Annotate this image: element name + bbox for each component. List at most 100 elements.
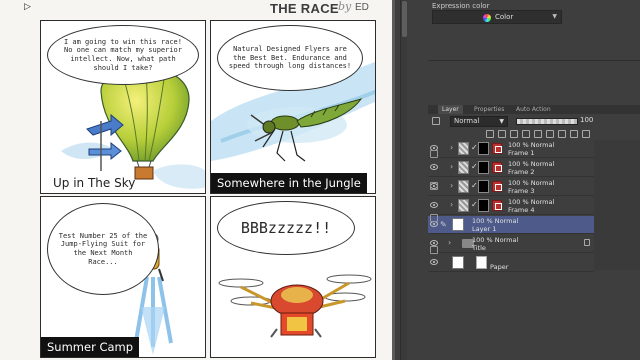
layer-thumbnail xyxy=(458,180,469,193)
new-folder-icon[interactable] xyxy=(430,214,438,222)
speech-bubble: BBBzzzzz!! xyxy=(217,201,355,255)
bubble-text: BBBzzzzz!! xyxy=(240,218,332,237)
layer-row-frame-1[interactable]: › ✓ 100 % Normal Frame 1 xyxy=(428,140,594,158)
palette-color-icon[interactable] xyxy=(570,130,578,138)
expand-chevron-icon[interactable]: › xyxy=(448,238,451,247)
comic-page[interactable]: ▷ THE RACE by ED I am going to win this … xyxy=(0,0,392,360)
panel-caption: Somewhere in the Jungle xyxy=(211,173,367,193)
layer-name: Frame 3 xyxy=(508,187,535,195)
expression-color-label: Expression color xyxy=(432,2,490,10)
ruler-icon[interactable] xyxy=(558,130,566,138)
pen-icon: ✎ xyxy=(440,220,447,229)
mask-thumbnail xyxy=(478,180,489,193)
frame-border-icon xyxy=(492,181,502,192)
tab-layer[interactable]: Layer xyxy=(438,105,463,114)
mask-thumbnail xyxy=(478,142,489,155)
layer-thumbnail xyxy=(458,161,469,174)
page-by: by xyxy=(338,0,352,13)
check-icon: ✓ xyxy=(471,162,478,171)
frame-border-icon xyxy=(492,200,502,211)
layer-thumbnail xyxy=(452,256,464,269)
new-layer-icon[interactable] xyxy=(430,150,438,158)
frame-border-icon xyxy=(492,162,502,173)
speech-bubble: Natural Designed Flyers are the Best Bet… xyxy=(217,25,363,91)
expand-chevron-icon[interactable]: › xyxy=(450,143,453,152)
speech-bubble: Test Number 25 of the Jump-Flying Suit f… xyxy=(47,203,159,295)
bubble-text: Test Number 25 of the Jump-Flying Suit f… xyxy=(58,231,148,266)
tab-auto-action[interactable]: Auto Action xyxy=(512,105,555,114)
layer-name: Title xyxy=(472,244,486,252)
dock-scrollbar[interactable] xyxy=(400,0,407,360)
reference-layer-icon[interactable] xyxy=(522,130,530,138)
panel-jungle[interactable]: Natural Designed Flyers are the Best Bet… xyxy=(210,20,376,194)
chevron-down-icon: ▼ xyxy=(552,13,557,20)
layer-thumbnail xyxy=(458,142,469,155)
app-window: ▷ THE RACE by ED I am going to win this … xyxy=(0,0,640,360)
mask-thumbnail xyxy=(478,161,489,174)
layer-mode: 100 % Normal xyxy=(508,179,555,187)
layer-row-frame-4[interactable]: › ✓ 100 % Normal Frame 4 xyxy=(428,197,594,215)
expression-color-select[interactable]: Color ▼ xyxy=(432,10,562,24)
layer-row-frame-2[interactable]: › ✓ 100 % Normal Frame 2 xyxy=(428,159,594,177)
mask-thumbnail xyxy=(478,199,489,212)
opacity-slider[interactable] xyxy=(516,118,578,125)
paper-thumbnail xyxy=(476,256,487,269)
check-icon: ✓ xyxy=(471,143,478,152)
layer-color-icon[interactable] xyxy=(582,130,590,138)
layer-thumbnail xyxy=(458,199,469,212)
layer-name: Paper xyxy=(490,263,509,271)
lock-layer-icon[interactable] xyxy=(498,130,506,138)
mouse-cursor-icon: ▷ xyxy=(24,2,31,12)
layer-mode: 100 % Normal xyxy=(508,160,555,168)
check-icon: ✓ xyxy=(471,200,478,209)
visibility-eye-icon[interactable] xyxy=(430,202,438,208)
canvas-area[interactable]: ▷ THE RACE by ED I am going to win this … xyxy=(0,0,395,360)
expand-chevron-icon[interactable]: › xyxy=(450,162,453,171)
panel-summer-camp[interactable]: Test Number 25 of the Jump-Flying Suit f… xyxy=(40,196,206,358)
layer-tool-row xyxy=(428,129,640,139)
layer-mode: 100 % Normal xyxy=(472,217,519,225)
draft-layer-icon[interactable] xyxy=(534,130,542,138)
layer-mode: 100 % Normal xyxy=(508,198,555,206)
bubble-text: Natural Designed Flyers are the Best Bet… xyxy=(228,44,352,71)
delete-layer-icon[interactable] xyxy=(430,246,438,254)
expression-color-value: Color xyxy=(495,13,514,21)
expand-chevron-icon[interactable]: › xyxy=(450,181,453,190)
lock-icon[interactable] xyxy=(584,239,590,246)
layer-mode: 100 % Normal xyxy=(472,236,519,244)
layer-row-paper[interactable]: Paper xyxy=(428,254,594,272)
page-author: ED xyxy=(355,2,369,13)
blend-mode-select[interactable]: Normal ▼ xyxy=(450,116,508,127)
layer-settings-icon[interactable] xyxy=(432,117,440,125)
mask-icon[interactable] xyxy=(546,130,554,138)
layer-blend-row: Normal ▼ 100 xyxy=(428,115,640,128)
frame-border-icon xyxy=(492,143,502,154)
check-icon: ✓ xyxy=(471,181,478,190)
tab-properties[interactable]: Properties xyxy=(470,105,508,114)
color-wheel-icon xyxy=(483,14,491,22)
panel-caption: Summer Camp xyxy=(41,337,140,357)
layer-name: Frame 2 xyxy=(508,168,535,176)
panel-caption: Up in The Sky xyxy=(53,176,136,190)
layer-name: Frame 1 xyxy=(508,149,535,157)
layer-name: Frame 4 xyxy=(508,206,535,214)
layer-tab-row: Layer Properties Auto Action xyxy=(428,105,640,114)
layer-row-frame-3[interactable]: › ✓ 100 % Normal Frame 3 xyxy=(428,178,594,196)
divider xyxy=(428,60,640,61)
page-title: THE RACE xyxy=(270,1,339,16)
panel-up-in-the-sky[interactable]: I am going to win this race! No one can … xyxy=(40,20,206,194)
layer-name: Layer 1 xyxy=(472,225,497,233)
new-vector-layer-icon[interactable] xyxy=(430,182,438,190)
expand-chevron-icon[interactable]: › xyxy=(450,200,453,209)
speech-bubble: I am going to win this race! No one can … xyxy=(47,25,199,85)
opacity-value[interactable]: 100 xyxy=(580,116,593,124)
visibility-eye-icon[interactable] xyxy=(430,259,438,265)
layer-row-title[interactable]: › 100 % Normal Title xyxy=(428,235,594,253)
panel-drone[interactable]: BBBzzzzz!! xyxy=(210,196,376,358)
clip-layer-icon[interactable] xyxy=(510,130,518,138)
blend-mode-value: Normal xyxy=(454,117,480,125)
layer-thumbnail xyxy=(452,218,464,231)
visibility-eye-icon[interactable] xyxy=(430,164,438,170)
layer-row-layer-1[interactable]: ✎ 100 % Normal Layer 1 xyxy=(428,216,594,234)
lock-transparent-icon[interactable] xyxy=(486,130,494,138)
